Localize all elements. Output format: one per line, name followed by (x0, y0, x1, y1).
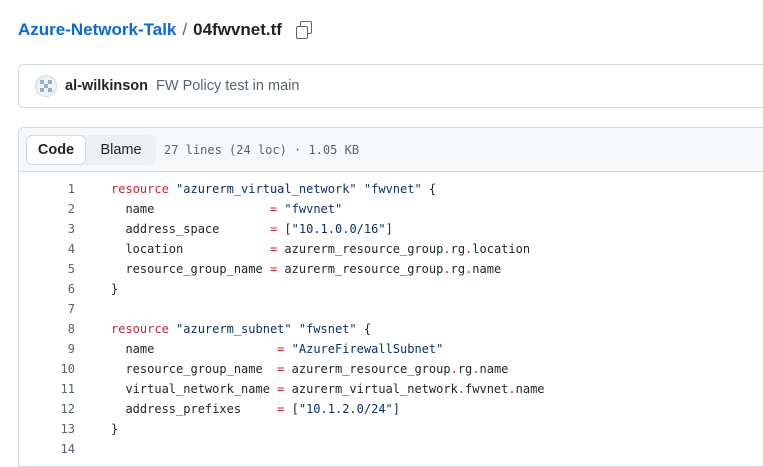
line-number[interactable]: 14 (19, 442, 75, 456)
code-line: 11 virtual_network_name = azurerm_virtua… (19, 379, 763, 399)
file-viewer: Code Blame 27 lines (24 loc) · 1.05 KB 1… (18, 127, 763, 467)
line-number[interactable]: 9 (19, 342, 75, 356)
line-code: } (111, 282, 119, 296)
line-number[interactable]: 3 (19, 222, 75, 236)
code-line: 7 (19, 299, 763, 319)
line-number[interactable]: 4 (19, 242, 75, 256)
code-listing[interactable]: 1 resource "azurerm_virtual_network" "fwv… (19, 179, 763, 459)
line-code: } (111, 422, 119, 436)
line-code: name = "fwvnet" (111, 202, 343, 216)
code-line: 2 name = "fwvnet" (19, 199, 763, 219)
line-number[interactable]: 11 (19, 382, 75, 396)
blame-tab[interactable]: Blame (86, 135, 156, 165)
code-line: 8 resource "azurerm_subnet" "fwsnet" { (19, 319, 763, 339)
file-header: Code Blame 27 lines (24 loc) · 1.05 KB (19, 128, 763, 172)
copy-icon[interactable] (295, 21, 314, 39)
breadcrumb: Azure-Network-Talk / 04fwvnet.tf (18, 20, 314, 40)
code-line: 6} (19, 279, 763, 299)
line-number[interactable]: 2 (19, 202, 75, 216)
view-toggle: Code Blame (26, 134, 156, 165)
line-number[interactable]: 6 (19, 282, 75, 296)
code-line: 9 name = "AzureFirewallSubnet" (19, 339, 763, 359)
code-line: 3 address_space = ["10.1.0.0/16"] (19, 219, 763, 239)
commit-message[interactable]: FW Policy test in main (156, 78, 299, 94)
latest-commit-bar: al-wilkinson FW Policy test in main (18, 64, 763, 108)
line-number[interactable]: 5 (19, 262, 75, 276)
file-stats: 27 lines (24 loc) · 1.05 KB (164, 142, 360, 157)
line-code: name = "AzureFirewallSubnet" (111, 342, 444, 356)
line-code: resource "azurerm_subnet" "fwsnet" { (111, 322, 372, 336)
code-line: 10 resource_group_name = azurerm_resourc… (19, 359, 763, 379)
breadcrumb-repo-link[interactable]: Azure-Network-Talk (18, 20, 176, 40)
commit-author[interactable]: al-wilkinson (65, 78, 148, 94)
line-number[interactable]: 7 (19, 302, 75, 316)
line-code: resource "azurerm_virtual_network" "fwvn… (111, 182, 437, 196)
line-code: location = azurerm_resource_group.rg.loc… (111, 242, 531, 256)
code-line: 4 location = azurerm_resource_group.rg.l… (19, 239, 763, 259)
line-number[interactable]: 1 (19, 182, 75, 196)
code-line: 12 address_prefixes = ["10.1.2.0/24"] (19, 399, 763, 419)
code-line: 14 (19, 439, 763, 459)
line-code: resource_group_name = azurerm_resource_g… (111, 262, 502, 276)
breadcrumb-file-name: 04fwvnet.tf (193, 20, 282, 39)
line-number[interactable]: 13 (19, 422, 75, 436)
code-line: 5 resource_group_name = azurerm_resource… (19, 259, 763, 279)
avatar[interactable] (35, 75, 57, 97)
code-tab[interactable]: Code (26, 134, 86, 165)
line-code: resource_group_name = azurerm_resource_g… (111, 362, 509, 376)
line-number[interactable]: 12 (19, 402, 75, 416)
line-code: virtual_network_name = azurerm_virtual_n… (111, 382, 545, 396)
breadcrumb-separator: / (182, 20, 188, 39)
line-number[interactable]: 8 (19, 322, 75, 336)
code-line: 13} (19, 419, 763, 439)
line-code: address_prefixes = ["10.1.2.0/24"] (111, 402, 401, 416)
line-code: address_space = ["10.1.0.0/16"] (111, 222, 393, 236)
line-number[interactable]: 10 (19, 362, 75, 376)
code-line: 1 resource "azurerm_virtual_network" "fwv… (19, 179, 763, 199)
